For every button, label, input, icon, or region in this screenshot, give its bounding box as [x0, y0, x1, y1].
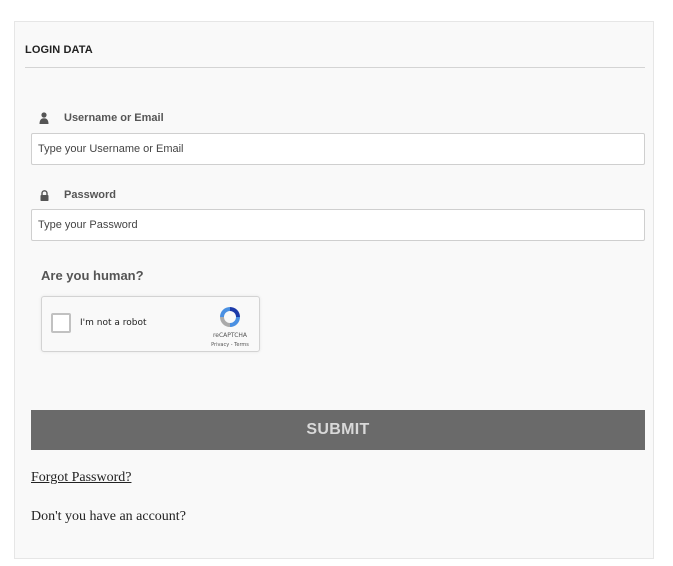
section-title: LOGIN DATA	[25, 44, 93, 56]
forgot-password-link[interactable]: Forgot Password?	[31, 470, 131, 486]
username-label: Username or Email	[37, 111, 164, 125]
human-check-title: Are you human?	[41, 268, 144, 283]
recaptcha-brand: reCAPTCHA	[212, 332, 248, 339]
recaptcha-label: I'm not a robot	[80, 318, 147, 328]
lock-icon	[37, 188, 51, 202]
login-panel: LOGIN DATA Username or Email Password Ar…	[14, 21, 654, 559]
section-divider	[25, 67, 645, 68]
password-input[interactable]	[31, 209, 645, 241]
password-label: Password	[37, 188, 116, 202]
submit-button[interactable]: SUBMIT	[31, 410, 645, 450]
username-input[interactable]	[31, 133, 645, 165]
recaptcha-checkbox[interactable]	[51, 313, 71, 333]
recaptcha-links[interactable]: Privacy - Terms	[207, 342, 253, 348]
user-icon	[37, 111, 51, 125]
no-account-text: Don't you have an account?	[31, 509, 186, 524]
username-label-text: Username or Email	[64, 112, 164, 124]
recaptcha-widget: I'm not a robot reCAPTCHA Privacy - Term…	[41, 296, 260, 352]
password-label-text: Password	[64, 189, 116, 201]
recaptcha-logo-icon	[218, 305, 242, 329]
